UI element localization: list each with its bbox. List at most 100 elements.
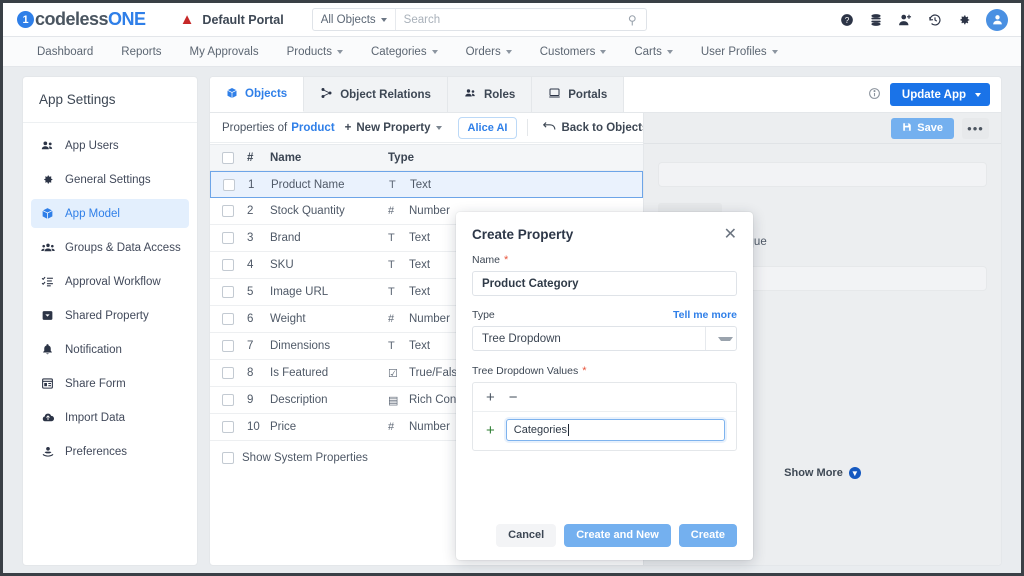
sidebar-item-preferences[interactable]: Preferences bbox=[31, 437, 189, 466]
search-input[interactable] bbox=[396, 14, 628, 26]
create-and-new-button[interactable]: Create and New bbox=[564, 524, 671, 547]
nav-item-products[interactable]: Products bbox=[273, 37, 357, 66]
nav-item-user-profiles[interactable]: User Profiles bbox=[687, 37, 792, 66]
sidebar-item-app-users[interactable]: App Users bbox=[31, 131, 189, 160]
row-checkbox[interactable] bbox=[222, 232, 234, 244]
cube-icon bbox=[40, 207, 55, 220]
search-icon[interactable]: ⚲ bbox=[628, 13, 646, 27]
add-node-button[interactable]: + bbox=[486, 389, 495, 406]
cube-icon bbox=[226, 87, 238, 102]
tab-label: Objects bbox=[245, 88, 287, 100]
history-icon[interactable] bbox=[928, 13, 942, 27]
tell-me-more-link[interactable]: Tell me more bbox=[673, 309, 737, 321]
row-checkbox[interactable] bbox=[222, 367, 234, 379]
sidebar-item-notification[interactable]: Notification bbox=[31, 335, 189, 364]
chevron-down-icon bbox=[667, 50, 673, 54]
sidebar-item-approval-workflow[interactable]: Approval Workflow bbox=[31, 267, 189, 296]
row-type: ☑True/False bbox=[388, 367, 464, 380]
app-logo[interactable]: 1 codelessONE bbox=[17, 9, 146, 30]
row-name: Price bbox=[270, 421, 388, 433]
sidebar-item-label: Groups & Data Access bbox=[65, 242, 181, 254]
nav-label: My Approvals bbox=[190, 46, 259, 58]
sidebar-item-shared-property[interactable]: Shared Property bbox=[31, 301, 189, 330]
table-header-row: # Name Type bbox=[210, 144, 643, 171]
remove-node-button[interactable]: − bbox=[509, 389, 518, 406]
help-icon[interactable]: ? bbox=[840, 13, 854, 27]
name-field-label: Name * bbox=[472, 254, 737, 266]
show-system-properties-checkbox[interactable] bbox=[222, 452, 234, 464]
nav-item-carts[interactable]: Carts bbox=[620, 37, 686, 66]
sidebar-item-label: Preferences bbox=[65, 446, 127, 458]
new-property-button[interactable]: + New Property bbox=[335, 122, 452, 134]
database-icon[interactable] bbox=[869, 13, 883, 27]
table-row[interactable]: 1 Product Name TText bbox=[210, 171, 643, 198]
add-child-node-icon[interactable]: + bbox=[486, 423, 495, 438]
select-all-checkbox[interactable] bbox=[222, 152, 234, 164]
cancel-button[interactable]: Cancel bbox=[496, 524, 556, 547]
tree-node-row: + Categories bbox=[473, 412, 736, 450]
type-field-label-row: Type Tell me more bbox=[472, 309, 737, 321]
row-checkbox[interactable] bbox=[222, 313, 234, 325]
row-num: 4 bbox=[234, 259, 270, 271]
plus-icon: + bbox=[345, 122, 352, 134]
app-viewport: 1 codelessONE ▲ Default Portal All Objec… bbox=[3, 3, 1021, 573]
chevron-down-icon[interactable] bbox=[705, 327, 736, 350]
row-type-label: Text bbox=[410, 179, 431, 191]
sidebar-item-app-model[interactable]: App Model bbox=[31, 199, 189, 228]
alice-ai-button[interactable]: Alice AI bbox=[458, 117, 518, 139]
object-name-link[interactable]: Product bbox=[291, 122, 334, 134]
nav-item-my-approvals[interactable]: My Approvals bbox=[176, 37, 273, 66]
row-name: Weight bbox=[270, 313, 388, 325]
main-tabs: Objects Object Relations Roles Portals bbox=[210, 77, 1001, 113]
tree-values-label-text: Tree Dropdown Values bbox=[472, 365, 578, 377]
close-icon[interactable]: ✕ bbox=[724, 227, 737, 243]
global-search[interactable]: All Objects ⚲ bbox=[312, 8, 647, 31]
search-scope-label: All Objects bbox=[321, 14, 376, 26]
tab-label: Portals bbox=[568, 89, 607, 101]
sidebar-item-import-data[interactable]: Import Data bbox=[31, 403, 189, 432]
info-icon[interactable] bbox=[868, 87, 881, 103]
back-to-objects-button[interactable]: Back to Objects bbox=[532, 120, 658, 135]
row-checkbox[interactable] bbox=[222, 340, 234, 352]
avatar[interactable] bbox=[986, 9, 1008, 31]
save-button[interactable]: Save bbox=[891, 118, 954, 139]
more-actions-button[interactable]: ••• bbox=[962, 118, 989, 139]
row-checkbox[interactable] bbox=[222, 421, 234, 433]
create-button[interactable]: Create bbox=[679, 524, 737, 547]
portal-selector[interactable]: ▲ Default Portal bbox=[180, 12, 284, 27]
row-checkbox[interactable] bbox=[222, 394, 234, 406]
name-input[interactable]: Product Category bbox=[472, 271, 737, 296]
tag-icon bbox=[40, 309, 55, 322]
nav-label: Products bbox=[287, 46, 332, 58]
search-scope-select[interactable]: All Objects bbox=[313, 9, 396, 30]
tab-roles[interactable]: Roles bbox=[448, 77, 532, 112]
add-user-icon[interactable] bbox=[898, 13, 913, 27]
tree-node-value: Categories bbox=[514, 424, 567, 436]
sidebar-item-label: Share Form bbox=[65, 378, 126, 390]
gear-icon[interactable] bbox=[957, 13, 971, 27]
sidebar-item-share-form[interactable]: Share Form bbox=[31, 369, 189, 398]
page-body: App Settings App Users General Settings … bbox=[3, 67, 1021, 573]
tab-portals[interactable]: Portals bbox=[532, 77, 624, 112]
chevron-down-icon bbox=[975, 93, 981, 97]
nav-item-reports[interactable]: Reports bbox=[107, 37, 175, 66]
tab-object-relations[interactable]: Object Relations bbox=[304, 77, 448, 112]
row-checkbox[interactable] bbox=[222, 286, 234, 298]
type-select[interactable]: Tree Dropdown bbox=[472, 326, 737, 351]
tab-objects[interactable]: Objects bbox=[210, 77, 304, 112]
tree-node-input[interactable]: Categories bbox=[506, 419, 725, 441]
row-checkbox[interactable] bbox=[223, 179, 235, 191]
nav-item-dashboard[interactable]: Dashboard bbox=[23, 37, 107, 66]
nav-item-customers[interactable]: Customers bbox=[526, 37, 621, 66]
nav-item-categories[interactable]: Categories bbox=[357, 37, 452, 66]
sidebar-item-general-settings[interactable]: General Settings bbox=[31, 165, 189, 194]
modal-body: Name * Product Category Type Tell me mor… bbox=[456, 243, 753, 451]
detail-field-placeholder[interactable] bbox=[658, 162, 987, 187]
nav-item-orders[interactable]: Orders bbox=[452, 37, 526, 66]
save-label: Save bbox=[917, 122, 943, 134]
row-type-label: Text bbox=[409, 232, 430, 244]
row-checkbox[interactable] bbox=[222, 205, 234, 217]
row-checkbox[interactable] bbox=[222, 259, 234, 271]
sidebar-item-groups-data-access[interactable]: Groups & Data Access bbox=[31, 233, 189, 262]
update-app-button[interactable]: Update App bbox=[890, 83, 990, 106]
